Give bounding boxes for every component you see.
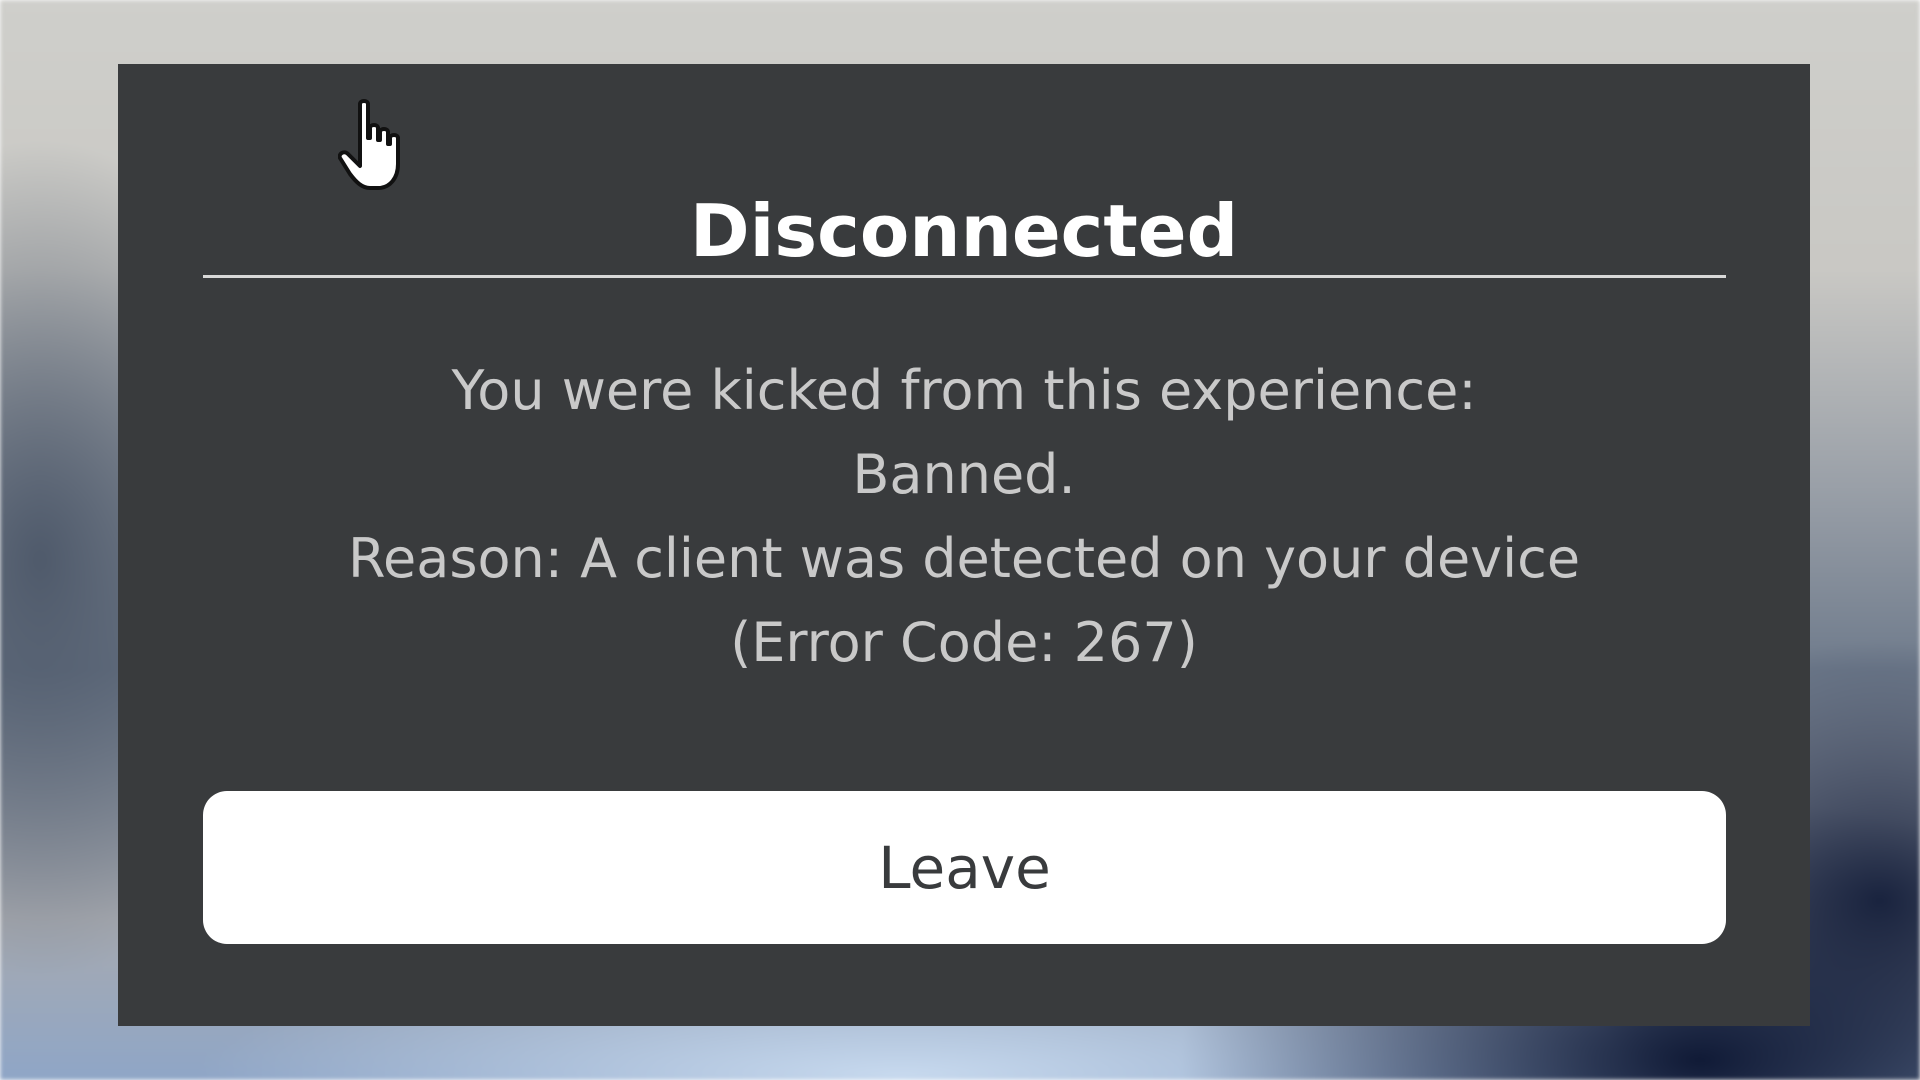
hand-pointer-icon <box>338 99 400 190</box>
leave-button-label: Leave <box>878 833 1051 902</box>
message-line: Banned. <box>852 443 1076 506</box>
dialog-title: Disconnected <box>689 189 1239 273</box>
title-divider <box>203 275 1726 278</box>
leave-button[interactable]: Leave <box>203 791 1726 944</box>
message-line: (Error Code: 267) <box>730 611 1198 674</box>
disconnected-dialog: Disconnected You were kicked from this e… <box>118 64 1810 1026</box>
message-line: Reason: A client was detected on your de… <box>347 527 1581 590</box>
message-line: You were kicked from this experience: <box>451 359 1477 422</box>
kick-message: You were kicked from this experience: Ba… <box>158 349 1770 685</box>
